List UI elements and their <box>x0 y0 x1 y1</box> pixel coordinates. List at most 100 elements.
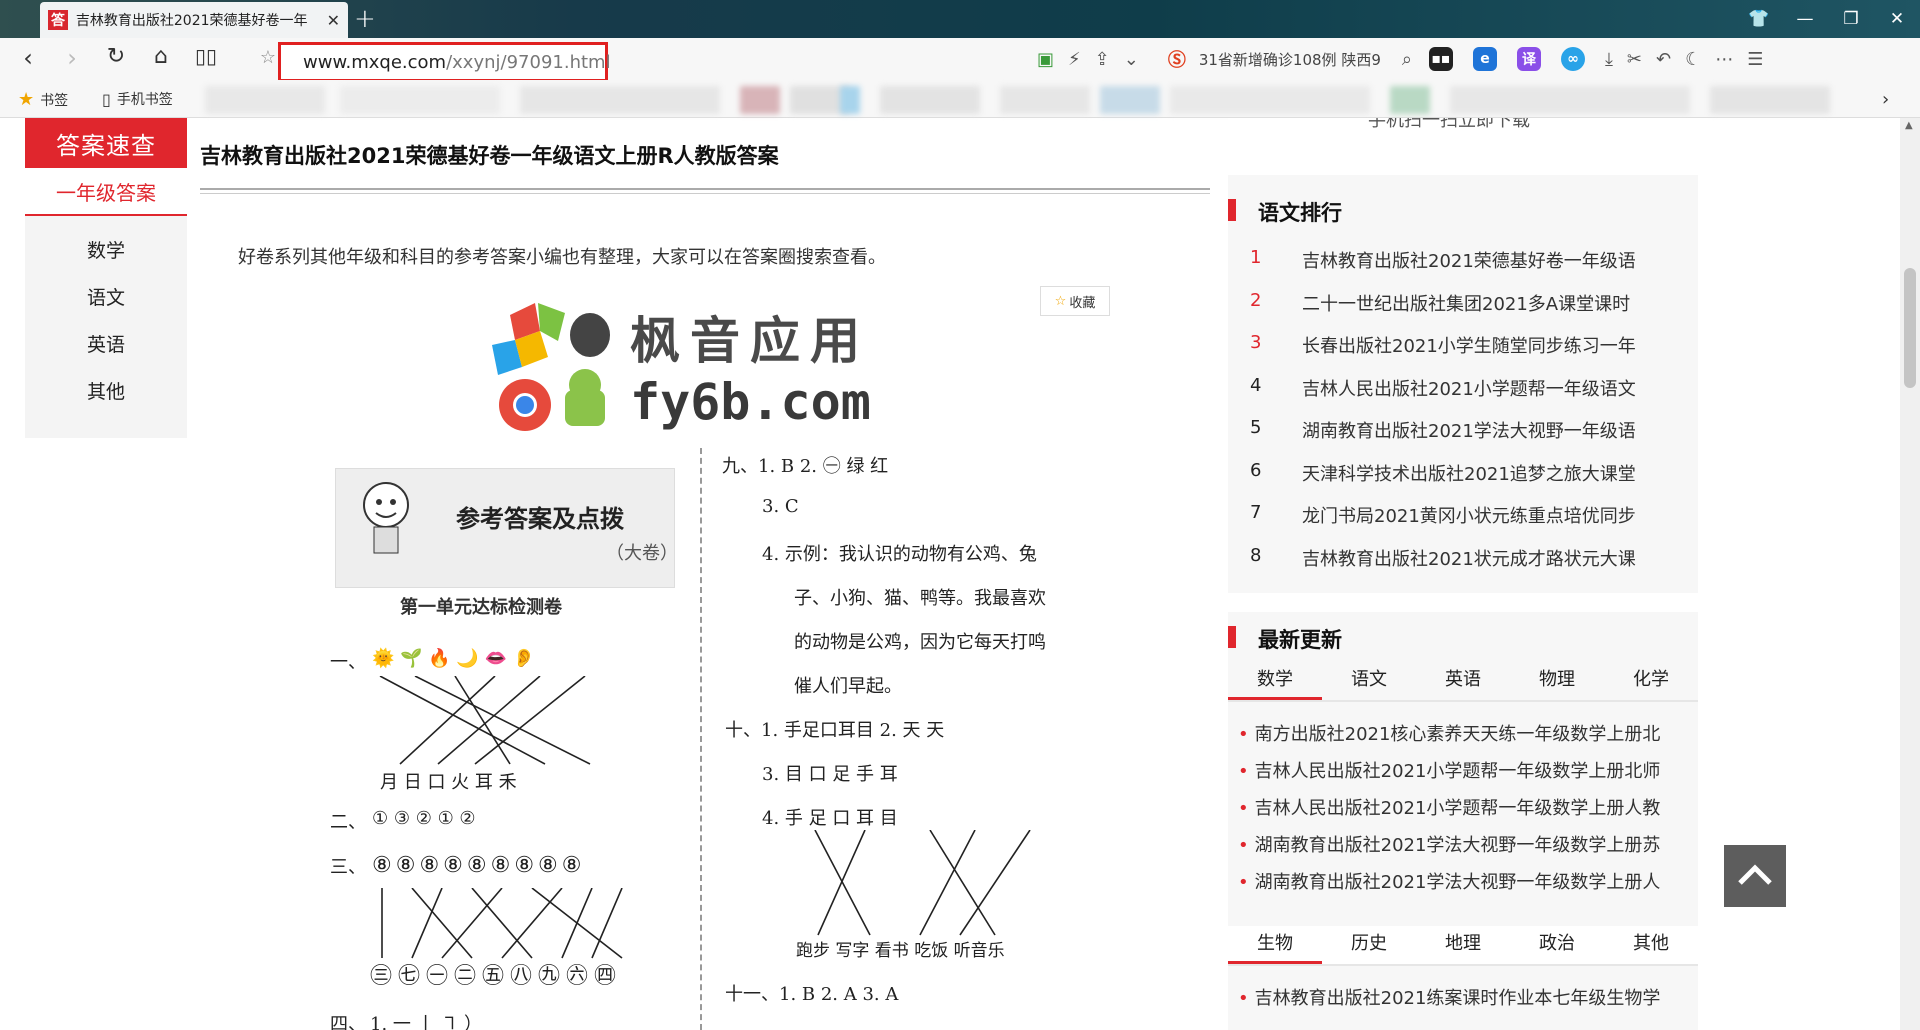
ranking-item[interactable]: 6 天津科学技术出版社2021追梦之旅大课堂 <box>1250 460 1690 486</box>
dropdown-icon[interactable]: ⌄ <box>1124 49 1139 70</box>
star-icon: ☆ <box>1054 293 1067 309</box>
sheet-title: 参考答案及点拨 <box>456 504 624 533</box>
star-icon: ★ <box>18 89 35 110</box>
tab-biology[interactable]: 生物 <box>1228 926 1322 964</box>
reader-icon[interactable]: ▯▯ <box>190 44 222 68</box>
blurred-bookmark <box>205 86 325 114</box>
extension-translate-icon[interactable]: 译 <box>1516 47 1541 71</box>
browser-tab[interactable]: 答 吉林教育出版社2021荣德基好卷一年 ✕ <box>40 2 348 38</box>
answer-line: 月 日 口 火 耳 禾 <box>380 772 517 793</box>
ranking-item[interactable]: 8 吉林教育出版社2021状元成才路状元大课 <box>1250 545 1690 571</box>
latest-item[interactable]: 吉林人民出版社2021小学题帮一年级数学上册人教 <box>1238 794 1698 820</box>
mobile-bookmarks-button[interactable]: ▯ 手机书签 <box>102 89 173 109</box>
extension-infinity-icon[interactable]: ∞ <box>1560 47 1585 71</box>
nav-item-chinese[interactable]: 语文 <box>25 273 187 320</box>
reload-icon[interactable]: ↻ <box>100 44 132 69</box>
tab-math[interactable]: 数学 <box>1228 662 1322 700</box>
close-window-icon[interactable]: ✕ <box>1874 0 1920 38</box>
back-icon[interactable]: ‹ <box>12 44 44 72</box>
latest-item[interactable]: 湖南教育出版社2021学法大视野一年级数学上册人 <box>1238 868 1698 894</box>
qr-download-box: 手机扫一扫立即下载 <box>1228 118 1698 132</box>
tab-english[interactable]: 英语 <box>1416 662 1510 700</box>
ranking-item[interactable]: 7 龙门书局2021黄冈小状元练重点培优同步 <box>1250 502 1690 528</box>
undo-icon[interactable]: ↶ <box>1656 49 1671 70</box>
night-mode-icon[interactable]: ☾ <box>1685 49 1701 70</box>
minimize-icon[interactable]: — <box>1782 0 1828 38</box>
blurred-bookmark <box>1710 86 1830 114</box>
nav-item-english[interactable]: 英语 <box>25 320 187 367</box>
forward-icon[interactable]: › <box>56 44 88 72</box>
more-icon[interactable]: ⋯ <box>1715 49 1733 70</box>
nav-grade-link[interactable]: 一年级答案 <box>25 168 187 216</box>
latest-title: 最新更新 <box>1228 624 1342 654</box>
answer-line: ① ③ ② ① ② <box>372 808 476 829</box>
subject-tabs: 数学 语文 英语 物理 化学 <box>1228 662 1698 702</box>
answer-line: 的动物是公鸡，因为它每天打鸣 <box>794 632 1046 653</box>
toolbar-right: ▣ ⚡ ⇪ ⌄ Ⓢ 31省新增确诊108例 陕西9 ⌕ ▪▪ e 译 ∞ ⤓ ✂… <box>1030 38 1770 80</box>
download-icon[interactable]: ⤓ <box>1605 49 1613 70</box>
ranking-item[interactable]: 5 湖南教育出版社2021学法大视野一年级语 <box>1250 417 1690 443</box>
window-controls: 👕 — ❐ ✕ <box>1736 0 1920 38</box>
title-bar: 答 吉林教育出版社2021荣德基好卷一年 ✕ + 👕 — ❐ ✕ <box>0 0 1920 38</box>
bookmarks-label: 书签 <box>40 92 69 109</box>
more-bookmarks-icon[interactable]: › <box>1882 89 1889 110</box>
sheet-subtitle: （大卷） <box>606 543 678 564</box>
skin-icon[interactable]: 👕 <box>1736 0 1782 38</box>
latest-item[interactable]: 南方出版社2021核心素养天天练一年级数学上册北 <box>1238 720 1698 746</box>
latest-panel: 最新更新 数学 语文 英语 物理 化学 南方出版社2021核心素养天天练一年级数… <box>1228 612 1698 1030</box>
blurred-bookmark <box>1390 86 1430 114</box>
nav-item-other[interactable]: 其他 <box>25 367 187 414</box>
screenshot-icon[interactable]: ✂ <box>1627 49 1642 70</box>
home-icon[interactable]: ⌂ <box>145 44 177 69</box>
ranking-item[interactable]: 1 吉林教育出版社2021荣德基好卷一年级语 <box>1250 247 1690 273</box>
answer-line: 3. 目 口 足 手 耳 <box>762 764 898 785</box>
watermark-text-url: fy6b.com <box>630 373 871 431</box>
new-tab-button[interactable]: + <box>354 4 376 34</box>
read-mode-icon[interactable]: ▣ <box>1037 49 1054 70</box>
latest-item[interactable]: 吉林教育出版社2021练案课时作业本七年级生物学 <box>1238 984 1698 1010</box>
bookmarks-button[interactable]: ★ 书签 <box>18 89 68 110</box>
ranking-panel: 语文排行 1 吉林教育出版社2021荣德基好卷一年级语 2 二十一世纪出版社集团20… <box>1228 175 1698 593</box>
extension-game-icon[interactable]: ▪▪ <box>1428 47 1453 71</box>
blurred-bookmark <box>340 86 500 114</box>
answer-line: 十一、1. B 2. A 3. A <box>725 984 899 1005</box>
favorite-button[interactable]: ☆ 收藏 <box>1040 286 1110 316</box>
scrollbar-thumb[interactable] <box>1904 268 1916 388</box>
menu-icon[interactable]: ☰ <box>1747 49 1763 70</box>
search-icon[interactable]: ⌕ <box>1402 49 1412 70</box>
nav-item-math[interactable]: 数学 <box>25 226 187 273</box>
news-ticker[interactable]: 31省新增确诊108例 陕西9 <box>1199 49 1395 70</box>
tab-politics[interactable]: 政治 <box>1510 926 1604 964</box>
tab-chemistry[interactable]: 化学 <box>1604 662 1698 700</box>
answer-line: 十、1. 手足口耳目 2. 天 天 <box>725 720 945 741</box>
ranking-title: 语文排行 <box>1228 197 1342 227</box>
matching-lines <box>814 830 1031 936</box>
tab-physics[interactable]: 物理 <box>1510 662 1604 700</box>
tab-other[interactable]: 其他 <box>1604 926 1698 964</box>
ranking-item[interactable]: 4 吉林人民出版社2021小学题帮一年级语文 <box>1250 375 1690 401</box>
close-tab-icon[interactable]: ✕ <box>327 11 340 30</box>
title-divider <box>200 193 1210 194</box>
restore-icon[interactable]: ❐ <box>1828 0 1874 38</box>
blurred-bookmark <box>1000 86 1090 114</box>
sogou-icon[interactable]: Ⓢ <box>1168 46 1186 72</box>
flash-icon[interactable]: ⚡ <box>1068 49 1081 70</box>
page-scrollbar[interactable]: ▲ <box>1900 118 1920 1030</box>
chevron-up-icon <box>1738 864 1772 885</box>
ranking-item[interactable]: 2 二十一世纪出版社集团2021多A课堂课时 <box>1250 290 1690 316</box>
back-to-top-button[interactable] <box>1724 845 1786 907</box>
answer-line: 子、小狗、猫、鸭等。我最喜欢 <box>794 588 1046 609</box>
ranking-item[interactable]: 3 长春出版社2021小学生随堂同步练习一年 <box>1250 332 1690 358</box>
tab-geography[interactable]: 地理 <box>1416 926 1510 964</box>
answer-label: 三、 <box>330 857 366 878</box>
article-intro: 好卷系列其他年级和科目的参考答案小编也有整理，大家可以在答案圈搜索查看。 <box>238 247 886 268</box>
share-icon[interactable]: ⇪ <box>1095 49 1110 70</box>
matching-lines <box>379 676 591 765</box>
tab-history[interactable]: 历史 <box>1322 926 1416 964</box>
scroll-up-icon[interactable]: ▲ <box>1905 120 1913 131</box>
latest-item[interactable]: 吉林人民出版社2021小学题帮一年级数学上册北师 <box>1238 757 1698 783</box>
latest-item[interactable]: 湖南教育出版社2021学法大视野一年级数学上册苏 <box>1238 831 1698 857</box>
address-bar[interactable]: www.mxqe.com/xxynj/97091.html <box>278 42 611 82</box>
tab-chinese[interactable]: 语文 <box>1322 662 1416 700</box>
extension-chat-icon[interactable]: e <box>1472 47 1497 71</box>
